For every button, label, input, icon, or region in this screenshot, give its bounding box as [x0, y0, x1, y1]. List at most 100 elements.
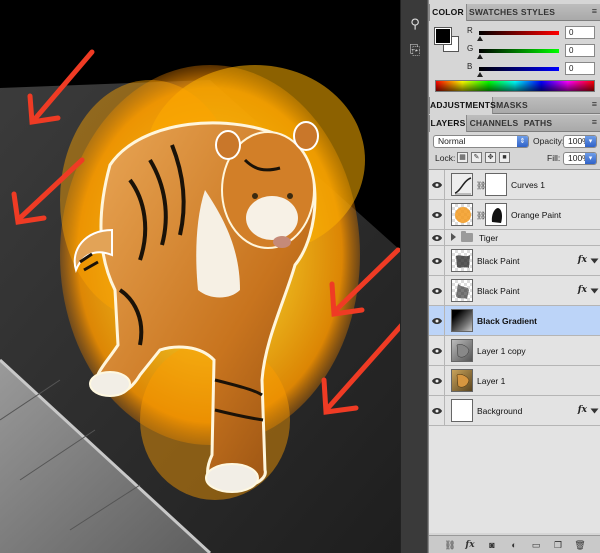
green-slider-knob[interactable]	[477, 54, 483, 59]
layer-thumbnail[interactable]	[451, 369, 473, 392]
layer-row-black-paint[interactable]: Black Paint fx	[429, 276, 600, 306]
tab-layers[interactable]: LAYERS	[429, 115, 467, 132]
red-value-input[interactable]: 0	[565, 26, 595, 39]
layer-row-layer-1-copy[interactable]: Layer 1 copy	[429, 336, 600, 366]
red-channel-row: R 0	[465, 26, 600, 41]
layer-row-layer-1[interactable]: Layer 1	[429, 366, 600, 396]
eye-icon[interactable]	[432, 407, 442, 415]
foreground-color-swatch[interactable]	[434, 27, 452, 45]
layer-mask-thumbnail[interactable]	[485, 203, 507, 226]
chevron-down-icon: ▾	[585, 153, 596, 164]
tab-swatches[interactable]: SWATCHES	[469, 4, 518, 21]
layer-mask-thumbnail[interactable]	[485, 173, 507, 196]
new-adjustment-layer-icon[interactable]: ◐	[507, 539, 521, 551]
artwork	[0, 49, 400, 553]
new-group-icon[interactable]: ▭	[529, 539, 543, 551]
layer-row-background[interactable]: Background fx	[429, 396, 600, 426]
blue-slider-knob[interactable]	[477, 72, 483, 77]
tab-channels[interactable]: CHANNELS	[469, 115, 519, 132]
layers-panel-tabs: LAYERS CHANNELS PATHS ≡	[429, 115, 600, 132]
expand-effects-icon[interactable]	[590, 288, 599, 294]
eye-icon[interactable]	[432, 287, 442, 295]
link-layers-icon[interactable]: ⛓	[443, 539, 457, 551]
lock-row: Lock: ▦ ✎ ✥ ■ Fill: 100% ▾	[429, 150, 600, 168]
panel-menu-icon[interactable]: ≡	[592, 6, 597, 16]
layer-row-orange-paint[interactable]: ⛓ Orange Paint	[429, 200, 600, 230]
red-label: R	[467, 26, 473, 35]
lock-transparency-icon[interactable]: ▦	[457, 152, 468, 163]
tab-adjustments[interactable]: ADJUSTMENTS	[429, 97, 496, 114]
opacity-label: Opacity:	[533, 136, 565, 146]
layer-name: Black Paint	[477, 286, 520, 296]
layer-name: Black Gradient	[477, 316, 537, 326]
layer-row-black-gradient[interactable]: Black Gradient	[429, 306, 600, 336]
fill-input[interactable]: 100% ▾	[563, 152, 597, 165]
layer-thumbnail[interactable]	[451, 249, 473, 272]
tab-color[interactable]: COLOR	[429, 4, 467, 21]
layer-name: Background	[477, 406, 523, 416]
eye-icon[interactable]	[432, 257, 442, 265]
blend-row: Normal ⇕ Opacity: 100% ▾	[429, 132, 600, 150]
panel-menu-icon[interactable]: ≡	[592, 99, 597, 109]
layer-thumbnail[interactable]	[451, 309, 473, 332]
red-slider-knob[interactable]	[477, 36, 483, 41]
blue-slider[interactable]	[479, 67, 559, 71]
green-slider[interactable]	[479, 49, 559, 53]
lock-pixels-icon[interactable]: ✎	[471, 152, 482, 163]
eye-icon[interactable]	[432, 377, 442, 385]
fx-icon[interactable]: fx	[578, 255, 587, 265]
layers-panel: LAYERS CHANNELS PATHS ≡ Normal ⇕ Opacity…	[429, 115, 600, 553]
blend-mode-value: Normal	[438, 136, 466, 146]
color-spectrum-ramp[interactable]	[435, 80, 595, 92]
panels-column: COLOR SWATCHES STYLES ≡ R 0 G 0 B 0 ADJU…	[428, 0, 600, 553]
adjustments-panel: ADJUSTMENTS MASKS ≡	[429, 97, 600, 114]
layer-name: Layer 1	[477, 376, 506, 386]
tab-paths[interactable]: PATHS	[521, 115, 555, 132]
add-mask-icon[interactable]: ◙	[485, 539, 499, 551]
folder-icon	[461, 231, 473, 242]
lock-position-icon[interactable]: ✥	[485, 152, 496, 163]
trash-icon[interactable]: 🗑	[573, 539, 587, 551]
layer-name: Orange Paint	[511, 210, 562, 220]
layer-group-tiger[interactable]: Tiger	[429, 230, 600, 246]
usb-brush-icon[interactable]: ⚲	[405, 14, 425, 34]
blue-value-input[interactable]: 0	[565, 62, 595, 75]
layer-thumbnail[interactable]	[451, 203, 473, 226]
eye-icon[interactable]	[432, 181, 442, 189]
lock-all-icon[interactable]: ■	[499, 152, 510, 163]
expand-effects-icon[interactable]	[590, 408, 599, 414]
green-label: G	[467, 44, 474, 53]
fx-icon[interactable]: fx	[578, 285, 587, 295]
eye-icon[interactable]	[432, 317, 442, 325]
color-panel: COLOR SWATCHES STYLES ≡ R 0 G 0 B 0	[429, 4, 600, 94]
tab-masks[interactable]: MASKS	[495, 97, 529, 114]
panel-menu-icon[interactable]: ≡	[592, 117, 597, 127]
new-layer-icon[interactable]: ❐	[551, 539, 565, 551]
red-slider[interactable]	[479, 31, 559, 35]
expand-triangle-icon[interactable]	[451, 233, 456, 241]
panel-dock-strip: ⚲ ⎘	[400, 0, 428, 553]
clone-source-icon[interactable]: ⎘	[405, 40, 425, 60]
blue-label: B	[467, 62, 473, 71]
green-value-input[interactable]: 0	[565, 44, 595, 57]
layer-list: ⛓ Curves 1 ⛓ Orange Paint Tiger Black Pa…	[429, 169, 600, 533]
fx-icon[interactable]: fx	[578, 405, 587, 415]
tab-styles[interactable]: STYLES	[519, 4, 557, 21]
document-canvas[interactable]	[0, 0, 400, 553]
opacity-input[interactable]: 100% ▾	[563, 135, 597, 148]
layer-thumbnail[interactable]	[451, 279, 473, 302]
layer-thumbnail[interactable]	[451, 339, 473, 362]
eye-icon[interactable]	[432, 234, 442, 242]
layer-thumbnail[interactable]	[451, 399, 473, 422]
layer-row-curves-1[interactable]: ⛓ Curves 1	[429, 170, 600, 200]
layer-row-black-paint[interactable]: Black Paint fx	[429, 246, 600, 276]
add-layer-style-icon[interactable]: fx	[463, 539, 477, 551]
chevron-updown-icon: ⇕	[517, 136, 528, 147]
layer-name: Curves 1	[511, 180, 546, 190]
curves-adjustment-icon	[451, 173, 473, 196]
layers-footer: ⛓ fx ◙ ◐ ▭ ❐ 🗑	[429, 535, 600, 553]
expand-effects-icon[interactable]	[590, 258, 599, 264]
blend-mode-select[interactable]: Normal ⇕	[433, 135, 529, 148]
eye-icon[interactable]	[432, 347, 442, 355]
eye-icon[interactable]	[432, 211, 442, 219]
